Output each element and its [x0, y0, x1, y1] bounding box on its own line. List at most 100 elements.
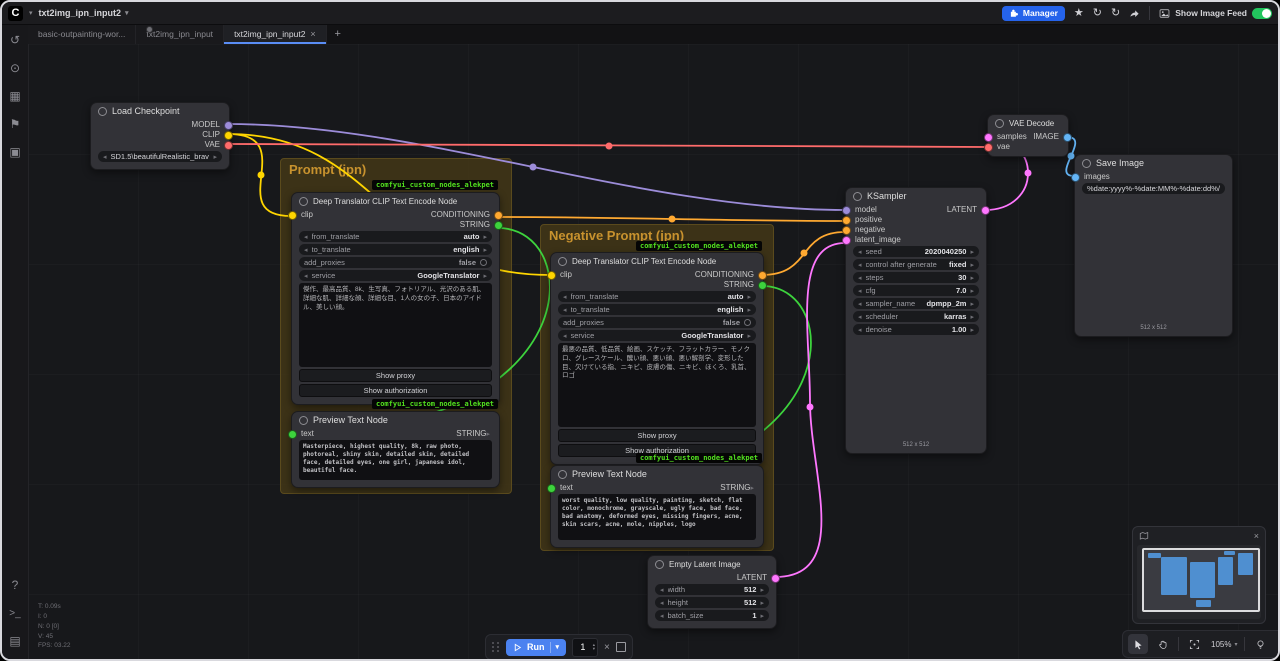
- minimap-panel[interactable]: ×: [1132, 526, 1266, 624]
- input-slot-text[interactable]: [288, 430, 297, 439]
- ckpt-name-combo[interactable]: SD1.5\beautifulRealistic_brav5.s...: [98, 151, 222, 162]
- share-icon[interactable]: [1129, 8, 1140, 19]
- batch-count-input[interactable]: 1 ▴▾: [572, 638, 598, 657]
- cfg-widget[interactable]: cfg7.0: [853, 285, 979, 296]
- close-minimap-icon[interactable]: ×: [1254, 531, 1259, 541]
- output-slot-latent[interactable]: [771, 574, 780, 583]
- output-slot-vae[interactable]: [224, 141, 233, 150]
- collapse-dot-icon[interactable]: [558, 470, 567, 479]
- tab-txt2img-ipn-input2[interactable]: txt2img_ipn_input2×: [224, 24, 327, 44]
- node-vae-decode[interactable]: VAE Decode samples IMAGE vae: [987, 114, 1069, 157]
- close-tab-icon[interactable]: ×: [310, 29, 315, 39]
- star-icon[interactable]: ★: [1074, 8, 1084, 19]
- input-slot-images[interactable]: [1071, 173, 1080, 182]
- node-preview-text-negative[interactable]: Preview Text Node text STRING worst qual…: [550, 465, 764, 548]
- prompt-textarea[interactable]: 傑作、最高品質、8k、生写真、フォトリアル、光沢のある肌、詳細な肌、詳細な顔、詳…: [299, 283, 492, 367]
- new-tab-button[interactable]: +: [327, 24, 349, 44]
- collapse-dot-icon[interactable]: [853, 192, 862, 201]
- minimap-canvas[interactable]: [1137, 545, 1261, 619]
- terminal-icon[interactable]: >_: [5, 603, 25, 623]
- prompt-textarea[interactable]: 最悪の品質、低品質、絵画、スケッチ、フラットカラー、モノクロ、グレースケール、醜…: [558, 343, 756, 427]
- tab-basic-outpainting[interactable]: basic-outpainting-wor...: [28, 24, 136, 44]
- toggle-theme-button[interactable]: [1250, 634, 1270, 654]
- width-widget[interactable]: width512: [655, 584, 769, 595]
- queue-icon[interactable]: ⊙: [5, 58, 25, 78]
- node-ksampler[interactable]: KSampler model LATENT positive negative …: [845, 187, 987, 454]
- show-image-feed-control[interactable]: Show Image Feed: [1159, 8, 1272, 19]
- to-translate-combo[interactable]: to_translateenglish: [558, 304, 756, 315]
- node-title: Preview Text Node: [313, 415, 388, 425]
- to-translate-combo[interactable]: to_translateenglish: [299, 244, 492, 255]
- tab-txt2img-ipn-input[interactable]: txt2img_ipn_input: [136, 24, 224, 44]
- sampler-name-widget[interactable]: sampler_namedpmpp_2m: [853, 298, 979, 309]
- show-proxy-button[interactable]: Show proxy: [558, 429, 756, 442]
- node-title: KSampler: [867, 191, 907, 201]
- preview-textarea[interactable]: worst quality, low quality, painting, sk…: [558, 494, 756, 540]
- image-feed-toggle[interactable]: [1252, 8, 1272, 19]
- collapse-dot-icon[interactable]: [299, 416, 308, 425]
- input-slot-text[interactable]: [547, 484, 556, 493]
- clear-queue-icon[interactable]: ×: [604, 642, 610, 653]
- service-combo[interactable]: serviceGoogleTranslator: [558, 330, 756, 341]
- height-widget[interactable]: height512: [655, 597, 769, 608]
- node-preview-text-positive[interactable]: Preview Text Node text STRING Masterpiec…: [291, 411, 500, 488]
- logs-icon[interactable]: ▤: [5, 631, 25, 651]
- from-translate-combo[interactable]: from_translateauto: [299, 231, 492, 242]
- reload-icon[interactable]: ↻: [1111, 8, 1120, 19]
- manager-button[interactable]: Manager: [1002, 6, 1065, 21]
- output-slot-string[interactable]: [758, 281, 767, 290]
- service-combo[interactable]: serviceGoogleTranslator: [299, 270, 492, 281]
- input-slot-vae[interactable]: [984, 143, 993, 152]
- toggle-links-button[interactable]: [1275, 634, 1280, 654]
- collapse-dot-icon[interactable]: [995, 119, 1004, 128]
- pan-tool-button[interactable]: [1153, 634, 1173, 654]
- slot-label: LATENT: [947, 205, 977, 214]
- logo-menu-caret-icon[interactable]: ▾: [29, 9, 33, 17]
- run-button[interactable]: Run ▾: [506, 639, 566, 656]
- node-library-icon[interactable]: ▦: [5, 86, 25, 106]
- collapse-dot-icon[interactable]: [98, 107, 107, 116]
- help-icon[interactable]: ?: [5, 575, 25, 595]
- model-library-icon[interactable]: ▣: [5, 142, 25, 162]
- collapse-dot-icon[interactable]: [558, 257, 567, 266]
- show-proxy-button[interactable]: Show proxy: [299, 369, 492, 382]
- input-slot-latent-image[interactable]: [842, 236, 851, 245]
- node-load-checkpoint[interactable]: Load Checkpoint MODEL CLIP VAE SD1.5\bea…: [90, 102, 230, 170]
- node-save-image[interactable]: Save Image images %date:yyyy%-%date:MM%-…: [1074, 154, 1233, 337]
- node-deep-translator-negative[interactable]: Deep Translator CLIP Text Encode Node cl…: [550, 252, 764, 465]
- add-proxies-toggle[interactable]: add_proxiesfalse: [299, 257, 492, 268]
- show-authorization-button[interactable]: Show authorization: [299, 384, 492, 397]
- from-translate-combo[interactable]: from_translateauto: [558, 291, 756, 302]
- zoom-level-dropdown[interactable]: 105%▾: [1209, 640, 1239, 649]
- comfyui-logo[interactable]: C: [8, 6, 23, 21]
- denoise-widget[interactable]: denoise1.00: [853, 324, 979, 335]
- scheduler-widget[interactable]: schedulerkarras: [853, 311, 979, 322]
- slot-label: STRING: [456, 429, 486, 438]
- drag-handle[interactable]: [492, 642, 500, 652]
- count-stepper[interactable]: ▴▾: [593, 643, 597, 652]
- batch-size-widget[interactable]: batch_size1: [655, 610, 769, 621]
- workflow-menu[interactable]: txt2img_ipn_input2▾: [39, 8, 129, 18]
- slot-label: STRING: [460, 220, 490, 229]
- node-empty-latent-image[interactable]: Empty Latent Image LATENT width512 heigh…: [647, 555, 777, 629]
- run-options-caret-icon[interactable]: ▾: [556, 643, 560, 651]
- steps-widget[interactable]: steps30: [853, 272, 979, 283]
- control-after-generate-widget[interactable]: control after generatefixed: [853, 259, 979, 270]
- output-slot-string[interactable]: [494, 221, 503, 230]
- preview-textarea[interactable]: Masterpiece, highest quality, 8k, raw ph…: [299, 440, 492, 480]
- minimap-node: [1218, 557, 1233, 585]
- seed-widget[interactable]: seed2020040250: [853, 246, 979, 257]
- fit-view-button[interactable]: [1184, 634, 1204, 654]
- undo-icon[interactable]: ↺: [5, 30, 25, 50]
- add-proxies-toggle[interactable]: add_proxiesfalse: [558, 317, 756, 328]
- filename-prefix-widget[interactable]: %date:yyyy%-%date:MM%-%date:dd%/Com...: [1082, 183, 1225, 194]
- collapse-dot-icon[interactable]: [1082, 159, 1091, 168]
- collapse-dot-icon[interactable]: [655, 560, 664, 569]
- select-tool-button[interactable]: [1128, 634, 1148, 654]
- refresh-nodes-icon[interactable]: ↻: [1093, 8, 1102, 19]
- node-deep-translator-positive[interactable]: Deep Translator CLIP Text Encode Node cl…: [291, 192, 500, 405]
- stop-icon[interactable]: [616, 642, 626, 652]
- collapse-dot-icon[interactable]: [299, 197, 308, 206]
- workflows-icon[interactable]: ⚑: [5, 114, 25, 134]
- node-title: Save Image: [1096, 158, 1144, 168]
